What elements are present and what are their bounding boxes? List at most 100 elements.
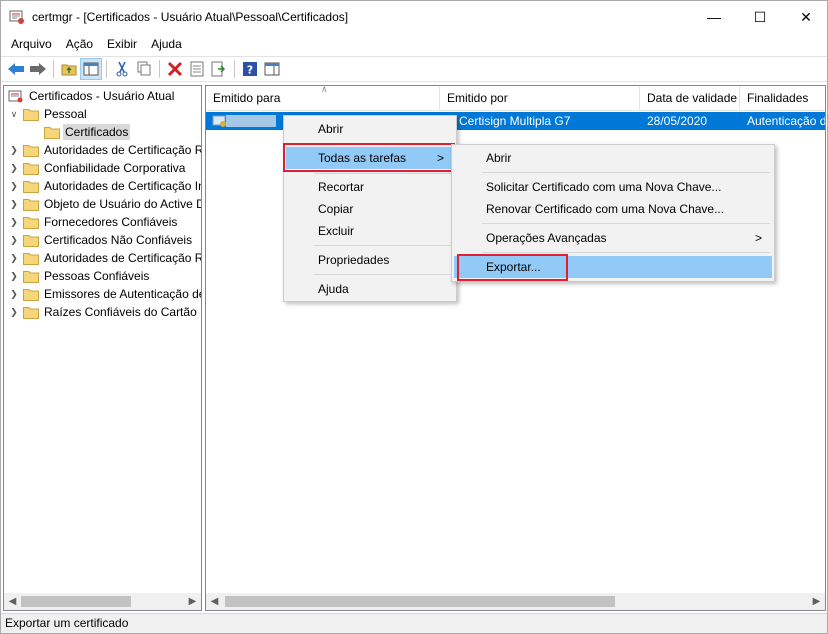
toolbar: ? [1, 56, 827, 82]
tree-item-label: Autoridades de Certificação Intermediári… [44, 179, 201, 193]
tree-item-label: Pessoal [44, 107, 87, 121]
tree-item[interactable]: ❯ Pessoas Confiáveis [9, 267, 151, 285]
copy-button[interactable] [133, 58, 155, 80]
menu-item-solicitar-certificado[interactable]: Solicitar Certificado com uma Nova Chave… [454, 176, 772, 198]
menu-separator [482, 223, 770, 224]
chevron-right-icon[interactable]: ❯ [9, 267, 19, 285]
menu-item-renovar-certificado[interactable]: Renovar Certificado com uma Nova Chave..… [454, 198, 772, 220]
minimize-button[interactable]: — [691, 1, 737, 33]
tree-item-label: Certificados [63, 124, 131, 140]
menu-item-propriedades[interactable]: Propriedades [286, 249, 454, 271]
tree-item-pessoal[interactable]: ∨ Pessoal [9, 105, 89, 123]
chevron-right-icon[interactable]: ❯ [9, 195, 19, 213]
properties-button[interactable] [186, 58, 208, 80]
cut-button[interactable] [111, 58, 133, 80]
column-label: Emitido por [447, 91, 508, 105]
menu-item-ajuda[interactable]: Ajuda [286, 278, 454, 300]
menu-separator [482, 172, 770, 173]
menu-item-abrir[interactable]: Abrir [286, 118, 454, 140]
scroll-right-arrow-icon[interactable]: ▶ [808, 593, 825, 610]
tree-item-label: Autoridades de Certificação Raiz Confiáv… [44, 143, 201, 157]
help-button[interactable]: ? [239, 58, 261, 80]
tree-item-label: Fornecedores Confiáveis [44, 215, 178, 229]
chevron-right-icon[interactable]: ❯ [9, 177, 19, 195]
chevron-right-icon[interactable]: ❯ [9, 141, 19, 159]
tree-item[interactable]: ❯ Autoridades de Certificação Intermediár… [9, 177, 201, 195]
title-bar: certmgr - [Certificados - Usuário Atual\… [1, 1, 827, 33]
folder-icon [23, 180, 39, 193]
column-emitido-para[interactable]: Emitido para ∧ [206, 86, 440, 111]
column-emitido-por[interactable]: Emitido por [440, 86, 640, 111]
show-action-pane-button[interactable] [261, 58, 283, 80]
list-header: Emitido para ∧ Emitido por Data de valid… [206, 86, 825, 111]
scroll-right-arrow-icon[interactable]: ▶ [184, 593, 201, 610]
back-arrow-icon [8, 63, 24, 75]
copy-icon [137, 61, 151, 76]
annotation-highlight-exportar [457, 254, 568, 281]
chevron-right-icon[interactable]: ❯ [9, 249, 19, 267]
menu-item-copiar[interactable]: Copiar [286, 198, 454, 220]
column-finalidades[interactable]: Finalidades [740, 86, 825, 111]
menu-item-operacoes-avancadas[interactable]: Operações Avançadas > [454, 227, 772, 249]
folder-icon [23, 162, 39, 175]
cut-icon [116, 61, 128, 77]
chevron-right-icon[interactable]: ❯ [9, 213, 19, 231]
tree-item-certificados[interactable]: Certificados [44, 123, 131, 141]
column-data-validade[interactable]: Data de validade [640, 86, 740, 111]
chevron-down-icon[interactable]: ∨ [9, 105, 19, 123]
tree-item-label: Autoridades de Certificação Raiz de Terc… [44, 251, 201, 265]
menu-arquivo[interactable]: Arquivo [1, 34, 59, 54]
menu-exibir[interactable]: Exibir [100, 34, 144, 54]
tree-item[interactable]: ❯ Raízes Confiáveis do Cartão Inteligente [9, 303, 201, 321]
delete-button[interactable] [164, 58, 186, 80]
up-one-level-button[interactable] [58, 58, 80, 80]
menu-item-excluir[interactable]: Excluir [286, 220, 454, 242]
tree-item[interactable]: ❯ Autoridades de Certificação Raiz de Ter… [9, 249, 201, 267]
scroll-left-arrow-icon[interactable]: ◀ [4, 593, 21, 610]
status-bar: Exportar um certificado [1, 613, 827, 633]
menu-item-label: Operações Avançadas [486, 231, 607, 245]
redacted-name [226, 115, 276, 127]
column-label: Data de validade [647, 91, 738, 105]
console-tree[interactable]: Certificados - Usuário Atual ∨ Pessoal C… [3, 85, 202, 611]
scroll-thumb[interactable] [225, 596, 615, 607]
scroll-thumb[interactable] [21, 596, 131, 607]
back-button[interactable] [5, 58, 27, 80]
menu-acao[interactable]: Ação [59, 34, 100, 54]
folder-icon [23, 198, 39, 211]
export-list-icon [211, 61, 226, 77]
scroll-left-arrow-icon[interactable]: ◀ [206, 593, 223, 610]
tree-item[interactable]: ❯ Fornecedores Confiáveis [9, 213, 179, 231]
chevron-right-icon[interactable]: ❯ [9, 231, 19, 249]
chevron-right-icon[interactable]: ❯ [9, 159, 19, 177]
list-horizontal-scrollbar[interactable]: ◀ ▶ [206, 593, 825, 610]
show-hide-tree-button[interactable] [80, 58, 102, 80]
close-button[interactable]: ✕ [783, 1, 828, 33]
tree-item-label: Raízes Confiáveis do Cartão Inteligente [44, 305, 201, 319]
folder-icon [44, 126, 60, 139]
tree-item[interactable]: ❯ Certificados Não Confiáveis [9, 231, 194, 249]
tree-item[interactable]: ❯ Objeto de Usuário do Active Directory [9, 195, 201, 213]
forward-button[interactable] [27, 58, 49, 80]
delete-icon [167, 61, 183, 77]
up-folder-icon [61, 64, 77, 76]
tree-item[interactable]: ❯ Autoridades de Certificação Raiz Confiá… [9, 141, 201, 159]
cell-finalidades: Autenticação de cliente [747, 114, 826, 128]
folder-icon [23, 288, 39, 301]
menu-item-abrir[interactable]: Abrir [454, 147, 772, 169]
certificate-icon [212, 115, 226, 127]
tree-item[interactable]: ❯ Confiabilidade Corporativa [9, 159, 187, 177]
tree-item[interactable]: ❯ Emissores de Autenticação de Cliente [9, 285, 201, 303]
properties-icon [190, 61, 204, 77]
folder-icon [23, 108, 39, 121]
show-hide-tree-icon [83, 62, 99, 76]
export-list-button[interactable] [208, 58, 230, 80]
chevron-right-icon[interactable]: ❯ [9, 285, 19, 303]
folder-icon [23, 234, 39, 247]
tree-item-root[interactable]: Certificados - Usuário Atual [6, 87, 176, 105]
menu-ajuda[interactable]: Ajuda [144, 34, 189, 54]
maximize-button[interactable]: ☐ [737, 1, 783, 33]
chevron-right-icon[interactable]: ❯ [9, 303, 19, 321]
menu-item-recortar[interactable]: Recortar [286, 176, 454, 198]
tree-horizontal-scrollbar[interactable]: ◀ ▶ [4, 593, 201, 610]
